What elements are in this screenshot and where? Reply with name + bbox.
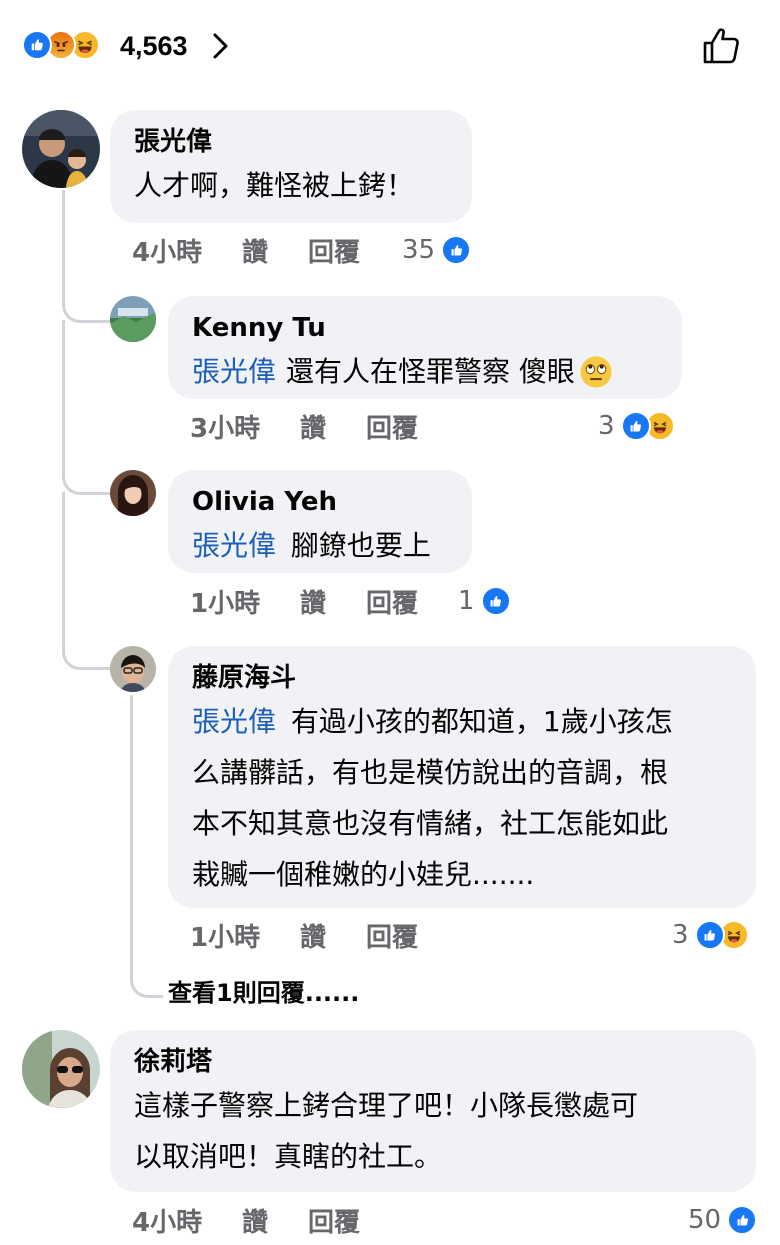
comment-author[interactable]: 徐莉塔 [134,1044,732,1080]
comment-text-line: 以取消吧！真瞎的社工。 [134,1140,443,1173]
like-icon [22,30,52,60]
reply-button[interactable]: 回覆 [366,921,418,955]
comment-actions: 1小時 讚 回覆 [190,587,450,621]
comment-text: 人才啊，難怪被上銬！ [134,169,415,202]
comment-bubble: 徐莉塔 這樣子警察上銬合理了吧！小隊長懲處可 以取消吧！真瞎的社工。 [110,1030,756,1192]
like-icon [620,411,651,441]
comment-text-line: 本不知其意也沒有情緒，社工怎能如此 [192,807,669,840]
comment-text-line: 栽贓一個稚嫩的小娃兒....... [192,858,535,891]
reaction-total-count[interactable]: 4,563 [120,28,188,64]
comment-author[interactable]: Kenny Tu [192,310,658,346]
comment-text-line: 有過小孩的都知道，1歲小孩怎 [290,705,673,738]
reply-button[interactable]: 回覆 [366,587,418,621]
comment-bubble: Kenny Tu 張光偉 還有人在怪罪警察 傻眼 [168,296,682,399]
like-button[interactable]: 讚 [242,236,268,270]
mention-link[interactable]: 張光偉 [192,346,276,397]
reaction-summary[interactable] [22,28,100,62]
comment-bubble: Olivia Yeh 張光偉 腳鐐也要上 [168,470,472,573]
comment-bubble: 張光偉 人才啊，難怪被上銬！ [110,110,472,223]
like-thumb-icon[interactable] [700,24,744,68]
reaction-count: 35 [402,235,436,265]
reply-button[interactable]: 回覆 [366,412,418,446]
like-button[interactable]: 讚 [242,1206,268,1240]
thread-connector [62,190,115,323]
view-more-replies-link[interactable]: 查看1則回覆...... [168,976,359,1010]
comment-reactions[interactable]: 50 [688,1205,758,1235]
comment-reactions[interactable]: 3 [598,411,675,441]
reply-button[interactable]: 回覆 [308,1206,360,1240]
reaction-count: 3 [672,920,689,950]
like-icon [694,920,725,950]
comment-actions: 3小時 讚 回覆 [190,412,550,446]
reply-button[interactable]: 回覆 [308,236,360,270]
avatar[interactable] [110,296,156,342]
comment-text-line: 么講髒話，有也是模仿說出的音調，根 [192,756,669,789]
comment-text: 還有人在怪罪警察 傻眼 [286,355,575,388]
comment-bubble: 藤原海斗 張光偉 有過小孩的都知道，1歲小孩怎 么講髒話，有也是模仿說出的音調，… [168,646,756,908]
reaction-count: 50 [688,1205,722,1235]
thread-connector [62,492,115,670]
comment-reactions[interactable]: 1 [458,586,511,616]
comment-author[interactable]: 張光偉 [134,124,448,160]
eye-roll-emoji-icon [579,355,613,389]
comment-time[interactable]: 1小時 [190,587,260,621]
mention-link[interactable]: 張光偉 [192,705,276,738]
comment-time[interactable]: 4小時 [132,1206,202,1240]
comment-text-line: 這樣子警察上銬合理了吧！小隊長懲處可 [134,1089,639,1122]
comment-time[interactable]: 1小時 [190,921,260,955]
like-button[interactable]: 讚 [300,921,326,955]
like-icon [480,586,511,616]
thread-connector [62,320,115,495]
avatar[interactable] [22,1030,100,1108]
like-button[interactable]: 讚 [300,587,326,621]
comment-actions: 1小時 讚 回覆 [190,921,550,955]
like-icon [727,1205,758,1235]
comment-actions: 4小時 讚 回覆 [132,1206,492,1240]
avatar[interactable] [110,646,156,692]
reaction-count: 3 [598,411,615,441]
comment-author[interactable]: Olivia Yeh [192,484,448,520]
thread-connector [130,695,163,998]
comment-author[interactable]: 藤原海斗 [192,660,732,696]
comment-time[interactable]: 3小時 [190,412,260,446]
chevron-right-icon[interactable] [206,30,234,62]
comment-reactions[interactable]: 3 [672,920,749,950]
comment-time[interactable]: 4小時 [132,236,202,270]
comment-text: 腳鐐也要上 [290,529,431,562]
like-icon [441,235,472,265]
avatar[interactable] [22,110,100,188]
like-button[interactable]: 讚 [300,412,326,446]
mention-link[interactable]: 張光偉 [192,529,276,562]
avatar[interactable] [110,470,156,516]
comment-reactions[interactable]: 35 [402,235,472,265]
reaction-count: 1 [458,586,475,616]
